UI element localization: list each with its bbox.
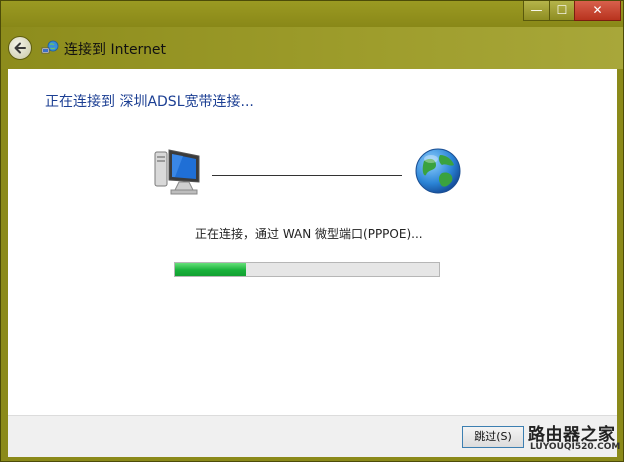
connection-status: 正在连接，通过 WAN 微型端口(PPPOE)... [195,227,423,241]
dialog-window: — ☐ ✕ 连接到 Internet 正在连接到 深圳ADSL宽带连接... 正… [0,0,624,462]
minimize-icon: — [530,3,543,17]
watermark-url: LUYOUQI520.COM [530,442,621,452]
main-content: 正在连接到 深圳ADSL宽带连接... 正在连接，通过 WAN 微型端口(PPP… [8,69,617,415]
skip-button[interactable]: 跳过(S) [462,426,524,448]
connection-progress-bar [174,262,440,277]
close-icon: ✕ [592,3,603,17]
network-connection-icon [41,40,59,54]
maximize-icon: ☐ [556,3,568,17]
connection-heading: 正在连接到 深圳ADSL宽带连接... [45,94,254,110]
maximize-button[interactable]: ☐ [549,1,575,21]
connection-line [212,175,402,176]
minimize-button[interactable]: — [523,1,550,21]
header-bar: 连接到 Internet [1,27,623,69]
back-button[interactable] [8,36,32,60]
dialog-footer: 跳过(S) 路由器之家 LUYOUQI520.COM [8,415,620,457]
computer-icon [154,149,200,195]
back-arrow-icon [14,42,26,54]
close-button[interactable]: ✕ [574,1,621,21]
title-bar[interactable]: — ☐ ✕ [1,1,623,27]
window-title: 连接到 Internet [64,42,167,58]
progress-fill [175,263,247,276]
watermark-logo: 路由器之家 LUYOUQI520.COM [526,420,620,456]
globe-icon [415,148,461,194]
